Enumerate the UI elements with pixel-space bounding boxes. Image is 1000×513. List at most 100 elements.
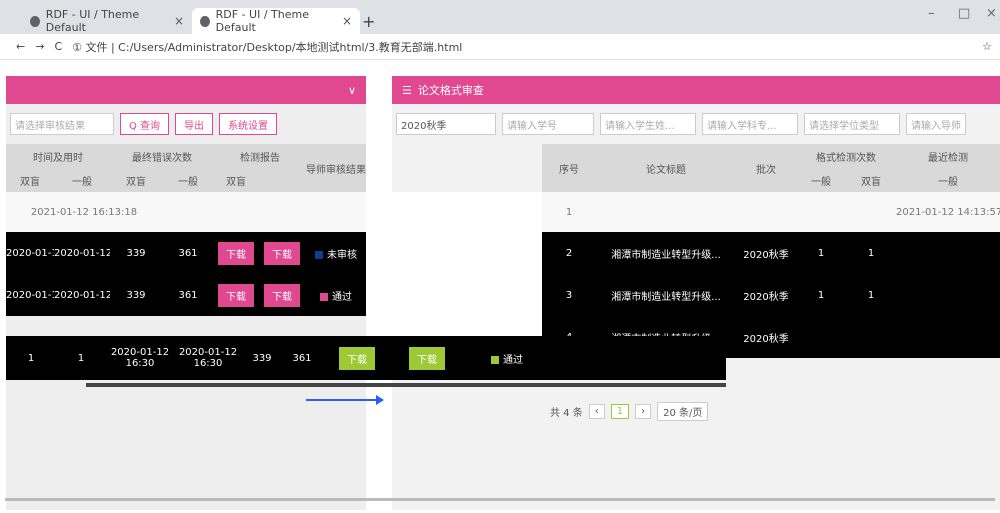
download-button[interactable]: 下载 xyxy=(264,283,300,307)
left-table-row-overlay[interactable]: 1 1 2020-01-12 16:30 2020-01-12 16:30 33… xyxy=(6,336,726,380)
student-id-input[interactable]: 请输入学号 xyxy=(502,113,594,135)
browser-tab-active[interactable]: RDF - UI / Theme Default × xyxy=(192,8,360,34)
error-count: 361 xyxy=(292,352,312,364)
col-header: 格式检测次数 xyxy=(796,144,896,168)
prev-page-icon[interactable]: ‹ xyxy=(588,404,605,419)
col-subheader: 双盲 xyxy=(6,168,54,192)
time-cell: 2020-01-12 16:30 xyxy=(110,347,170,369)
table-row[interactable]: 1 2021-01-12 14:13:57 xyxy=(392,192,1000,232)
page-size-select[interactable]: 20 条/页 xyxy=(657,402,709,421)
download-button[interactable]: 下载 xyxy=(218,283,254,307)
batch-cell: 2020秋季 xyxy=(736,232,796,274)
status-dot-icon xyxy=(315,250,323,259)
total-count: 共 4 条 xyxy=(550,408,583,419)
thesis-title[interactable]: 湘潭市制造业转型升级... xyxy=(596,274,736,316)
row-number: 2 xyxy=(542,232,596,274)
degree-type-select[interactable]: 请选择学位类型 xyxy=(804,113,900,135)
error-count: 361 xyxy=(162,232,214,274)
col-subheader: 一般 xyxy=(896,168,1000,192)
reload-icon[interactable]: C xyxy=(54,40,62,53)
close-icon[interactable]: × xyxy=(174,14,184,28)
right-filters: 2020秋季 请输入学号 请输入学生姓... 请输入学科专... 请选择学位类型… xyxy=(392,104,1000,144)
col-subheader: 双盲 xyxy=(214,168,258,192)
left-table: 时间及用时 最终错误次数 检测报告 导师审核结果 双盲 一般 双盲 一般 双盲 … xyxy=(6,144,366,316)
download-button[interactable]: 下载 xyxy=(264,241,300,265)
next-page-icon[interactable]: › xyxy=(635,404,652,419)
thesis-title[interactable]: 湘潭市制造业转型升级... xyxy=(596,232,736,274)
format-check-count: 1 xyxy=(796,232,846,274)
format-check-count: 1 xyxy=(846,232,896,274)
download-button[interactable]: 下载 xyxy=(339,346,375,370)
query-button[interactable]: Q 查询 xyxy=(120,113,170,135)
menu-icon[interactable]: ☰ xyxy=(402,84,412,97)
table-row[interactable]: 2021-01-12 16:13:18 xyxy=(6,192,366,232)
table-row[interactable]: 2020-01-12 16:30 2020-01-12 16:30 339 36… xyxy=(6,274,366,316)
tab-title: RDF - UI / Theme Default xyxy=(45,8,140,34)
page: ∨ 请选择审核结果 Q 查询 导出 系统设置 时间及用时 最终错误次数 检测报告… xyxy=(0,60,1000,513)
last-check-time: 2021-01-12 14:13:57 xyxy=(896,192,1000,232)
left-panel-header: ∨ xyxy=(6,76,366,104)
time-cell: 2020-01-12 16:30 xyxy=(54,232,110,274)
last-check-time xyxy=(896,274,1000,316)
col-subheader: 一般 xyxy=(796,168,846,192)
arrow-annotation-icon xyxy=(306,395,384,405)
col-header: 论文标题 xyxy=(596,144,736,192)
export-button[interactable]: 导出 xyxy=(175,113,214,135)
error-count: 339 xyxy=(110,232,162,274)
advisor-input[interactable]: 请输入导师 xyxy=(906,113,966,135)
close-window-icon[interactable]: × xyxy=(986,6,997,21)
status-badge: 通过 xyxy=(503,354,523,366)
col-header: 时间及用时 xyxy=(6,144,110,168)
address-bar[interactable]: ← → C ① 文件 | C:/Users/Administrator/Desk… xyxy=(0,34,1000,60)
error-count: 339 xyxy=(110,274,162,316)
chevron-down-icon[interactable]: ∨ xyxy=(348,84,356,97)
download-button[interactable]: 下载 xyxy=(218,241,254,265)
status-dot-icon xyxy=(320,292,328,301)
col-subheader: 一般 xyxy=(54,168,110,192)
format-check-count xyxy=(846,316,896,358)
star-icon[interactable]: ☆ xyxy=(982,40,992,53)
batch-cell: 2020秋季 xyxy=(736,316,796,358)
student-name-input[interactable]: 请输入学生姓... xyxy=(600,113,696,135)
format-check-count xyxy=(846,192,896,232)
back-icon[interactable]: ← xyxy=(16,40,25,53)
settings-button[interactable]: 系统设置 xyxy=(219,113,278,135)
download-button[interactable]: 下载 xyxy=(409,346,445,370)
page-scrollbar[interactable] xyxy=(5,498,995,501)
major-input[interactable]: 请输入学科专... xyxy=(702,113,798,135)
batch-cell xyxy=(736,192,796,232)
new-tab-button[interactable]: + xyxy=(362,12,375,31)
close-icon[interactable]: × xyxy=(342,14,352,28)
pagination: 共 4 条 ‹ 1 › 20 条/页 xyxy=(550,402,709,421)
col-header: 最近检测 xyxy=(896,144,1000,168)
browser-tabbar: RDF - UI / Theme Default × RDF - UI / Th… xyxy=(0,0,1000,34)
right-table: 序号 论文标题 批次 格式检测次数 最近检测 一般 双盲 一般 1 2021-0… xyxy=(392,144,1000,358)
row-number: 3 xyxy=(542,274,596,316)
row-cell: 1 xyxy=(77,352,85,364)
thesis-title[interactable] xyxy=(596,192,736,232)
left-filters: 请选择审核结果 Q 查询 导出 系统设置 xyxy=(6,104,366,144)
batch-select[interactable]: 2020秋季 xyxy=(396,113,496,135)
table-row[interactable]: 2 湘潭市制造业转型升级... 2020秋季 1 1 xyxy=(392,232,1000,274)
forward-icon[interactable]: → xyxy=(35,40,44,53)
time-cell: 2021-01-12 16:13:18 xyxy=(6,192,162,232)
row-number: 1 xyxy=(542,192,596,232)
tab-title: RDF - UI / Theme Default xyxy=(215,8,309,34)
col-subheader: 双盲 xyxy=(110,168,162,192)
col-subheader: 一般 xyxy=(162,168,214,192)
review-result-select[interactable]: 请选择审核结果 xyxy=(10,113,114,135)
status-dot-icon xyxy=(491,355,499,364)
url-text[interactable]: ① 文件 | C:/Users/Administrator/Desktop/本地… xyxy=(72,39,972,55)
page-number[interactable]: 1 xyxy=(610,404,630,419)
browser-tab[interactable]: RDF - UI / Theme Default × xyxy=(22,8,192,34)
time-cell: 2020-01-12 16:30 xyxy=(178,347,238,369)
col-header: 检测报告 xyxy=(214,144,306,168)
col-header: 序号 xyxy=(542,144,596,192)
maximize-icon[interactable]: □ xyxy=(958,6,970,21)
table-row[interactable]: 3 湘潭市制造业转型升级... 2020秋季 1 1 xyxy=(392,274,1000,316)
time-cell: 2020-01-12 16:30 xyxy=(6,232,54,274)
horizontal-scrollbar[interactable] xyxy=(86,383,726,387)
col-subheader: 双盲 xyxy=(846,168,896,192)
minimize-icon[interactable]: – xyxy=(928,6,935,21)
table-row[interactable]: 2020-01-12 16:30 2020-01-12 16:30 339 36… xyxy=(6,232,366,274)
